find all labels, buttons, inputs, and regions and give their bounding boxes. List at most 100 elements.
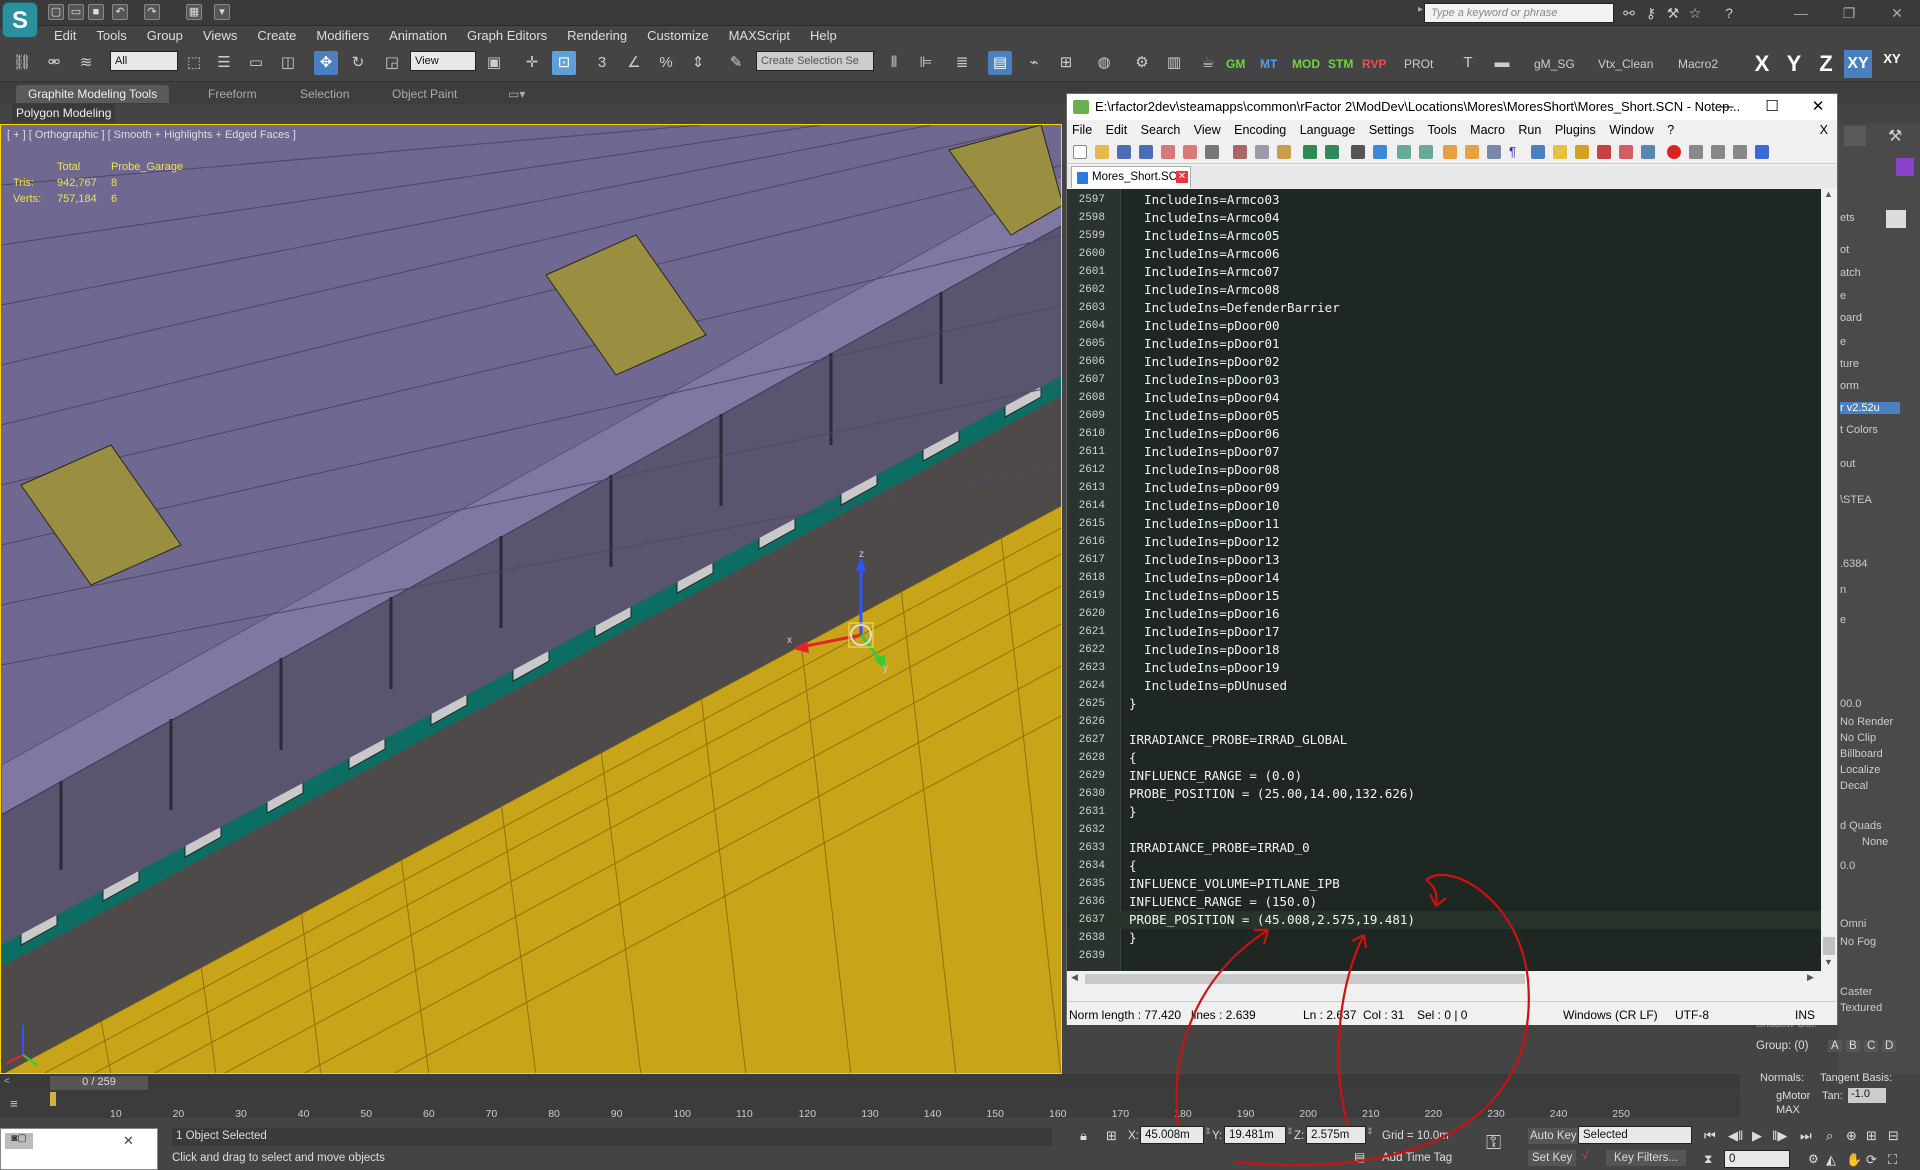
axis-constraint-xy[interactable]: XY [1844,50,1872,78]
code-line[interactable]: 2615 IncludeIns=pDoor11 [1067,515,1821,533]
tab-close-icon[interactable]: ✕ [1176,171,1188,183]
time-config-icon[interactable]: ⚙ [1808,1152,1819,1166]
zoom-extents-all-icon[interactable]: ⊟ [1888,1128,1899,1144]
redo-icon[interactable]: ↷ [144,4,160,20]
npp-open-icon[interactable] [1095,145,1109,159]
npp-stop-macro-icon[interactable] [1689,145,1703,159]
material-editor-icon[interactable]: ◍ [1092,51,1116,75]
npp-vertical-scroll-thumb[interactable] [1823,937,1835,955]
npp-file-tab[interactable]: Mores_Short.SCN ✕ [1071,166,1191,188]
cmd-item-1[interactable]: ets [1840,212,1855,224]
menu-rendering[interactable]: Rendering [557,26,637,46]
ribbon-options-icon[interactable]: ▭▾ [496,85,537,103]
npp-wrap-icon[interactable] [1487,145,1501,159]
spinner-snap-icon[interactable]: ⇕ [686,51,710,75]
edit-named-selection-icon[interactable]: ✎ [724,51,748,75]
npp-function-list-icon[interactable] [1597,145,1611,159]
rectangular-selection-icon[interactable]: ▭ [244,51,268,75]
npp-sync-h-icon[interactable] [1465,145,1479,159]
select-by-name-icon[interactable]: ☰ [212,51,236,75]
npp-undo-icon[interactable] [1303,145,1317,159]
ribbon-tab-object-paint[interactable]: Object Paint [380,85,469,103]
zoom-all-icon[interactable]: ⊕ [1846,1128,1857,1144]
npp-record-macro-icon[interactable] [1667,145,1681,159]
group-d-button[interactable]: D [1882,1040,1897,1052]
axis-constraint-x[interactable]: X [1748,50,1776,78]
prot-script-button[interactable]: PROt [1404,57,1433,71]
code-line[interactable]: 2612 IncludeIns=pDoor08 [1067,461,1821,479]
maxscript-mini-listener[interactable]: ◙▢ ✕ [0,1128,158,1170]
time-tag-icon[interactable]: ▤ [1354,1150,1365,1164]
npp-close-icon[interactable]: ✕ [1795,94,1841,120]
omni-checkbox[interactable]: Omni [1840,918,1866,930]
slider-prev-icon[interactable]: < [4,1076,10,1087]
field-of-view-icon[interactable]: ◭ [1826,1152,1836,1168]
cmd-item-5[interactable]: oard [1840,312,1862,324]
code-line[interactable]: 2610 IncludeIns=pDoor06 [1067,425,1821,443]
angle-snap-icon[interactable]: ∠ [622,51,646,75]
scroll-right-icon[interactable]: ▶ [1807,972,1814,983]
code-line[interactable]: 2637 PROBE_POSITION = (45.008,2.575,19.48… [1067,911,1821,929]
gmotor-radio[interactable]: gMotor [1776,1090,1810,1102]
keyboard-shortcut-override-icon[interactable]: ⊡ [552,51,576,75]
orbit-icon[interactable]: ⟳ [1866,1152,1877,1168]
npp-close-all-icon[interactable] [1183,145,1197,159]
code-line[interactable]: 2618 IncludeIns=pDoor14 [1067,569,1821,587]
code-line[interactable]: 2617 IncludeIns=pDoor13 [1067,551,1821,569]
key-mode-toggle-icon[interactable]: ⧗ [1704,1152,1712,1167]
cmd-rollout[interactable]: out [1840,458,1855,470]
perspective-viewport[interactable]: z x y [ + ] [ Orthographic ] [ Smooth + … [0,124,1062,1074]
viewport-label-menu[interactable]: [ + ] [ Orthographic ] [ Smooth + Highli… [7,129,296,141]
keyword-search-input[interactable]: Type a keyword or phrase [1424,3,1614,23]
x-coord-field[interactable]: 45.008m [1140,1126,1204,1144]
group-b-button[interactable]: B [1846,1040,1860,1052]
listener-close-icon[interactable]: ✕ [123,1133,134,1149]
billboard-checkbox[interactable]: Billboard [1840,748,1883,760]
new-file-icon[interactable]: ▢ [48,4,64,20]
next-frame-icon[interactable]: ‖▶ [1772,1128,1787,1144]
menu-create[interactable]: Create [247,26,306,46]
modify-panel-icon[interactable] [1844,126,1866,146]
textured-checkbox[interactable]: Textured [1840,1002,1882,1014]
select-manipulate-icon[interactable]: ✛ [520,51,544,75]
npp-run-macro-icon[interactable] [1733,145,1747,159]
code-line[interactable]: 2622 IncludeIns=pDoor18 [1067,641,1821,659]
npp-zoom-out-icon[interactable] [1419,145,1433,159]
cmd-item-2[interactable]: ot [1840,244,1849,256]
x-spinner-icon[interactable]: ⇕ [1204,1126,1212,1137]
selection-lock-icon[interactable]: 🔒︎ [1080,1128,1087,1144]
zoom-icon[interactable]: ⌕ [1826,1128,1833,1144]
menu-modifiers[interactable]: Modifiers [306,26,379,46]
code-line[interactable]: 2629 INFLUENCE_RANGE = (0.0) [1067,767,1821,785]
npp-vertical-scrollbar[interactable]: ▲ ▼ [1821,189,1837,971]
no-fog-checkbox[interactable]: No Fog [1840,936,1876,948]
object-color-swatch[interactable] [1896,158,1914,176]
rvp-script-button[interactable]: RVP [1362,57,1386,71]
layer-manager-icon[interactable]: ≣ [950,51,974,75]
render-production-icon[interactable]: ☕ [1196,51,1220,75]
menu-help[interactable]: Help [800,26,847,46]
quick-access-dropdown-icon[interactable]: ▾ [214,4,230,20]
code-line[interactable]: 2630 PROBE_POSITION = (25.00,14.00,132.62… [1067,785,1821,803]
menu-group[interactable]: Group [137,26,193,46]
y-coord-field[interactable]: 19.481m [1224,1126,1286,1144]
code-line[interactable]: 2603 IncludeIns=DefenderBarrier [1067,299,1821,317]
link-icon[interactable]: ⛓ [10,51,34,75]
npp-new-icon[interactable] [1073,145,1087,159]
code-line[interactable]: 2625} [1067,695,1821,713]
cmd-item-8[interactable]: orm [1840,380,1859,392]
align-icon[interactable]: ⊫ [914,51,938,75]
goto-start-icon[interactable]: ⏮ [1704,1128,1716,1144]
mt-script-button[interactable]: MT [1260,57,1277,71]
code-line[interactable]: 2628 { [1067,749,1821,767]
code-line[interactable]: 2627 IRRADIANCE_PROBE=IRRAD_GLOBAL [1067,731,1821,749]
macro2-script-button[interactable]: Macro2 [1678,57,1718,71]
current-frame-field[interactable]: 0 [1724,1150,1790,1168]
code-line[interactable]: 2624 IncludeIns=pDUnused [1067,677,1821,695]
code-line[interactable]: 2607 IncludeIns=pDoor03 [1067,371,1821,389]
text-tools-icon[interactable]: T [1456,51,1480,75]
npp-menu-edit[interactable]: Edit [1101,120,1133,140]
npp-menu-run[interactable]: Run [1513,120,1546,140]
npp-cut-icon[interactable] [1233,145,1247,159]
restore-icon[interactable]: ❐ [1830,2,1868,24]
